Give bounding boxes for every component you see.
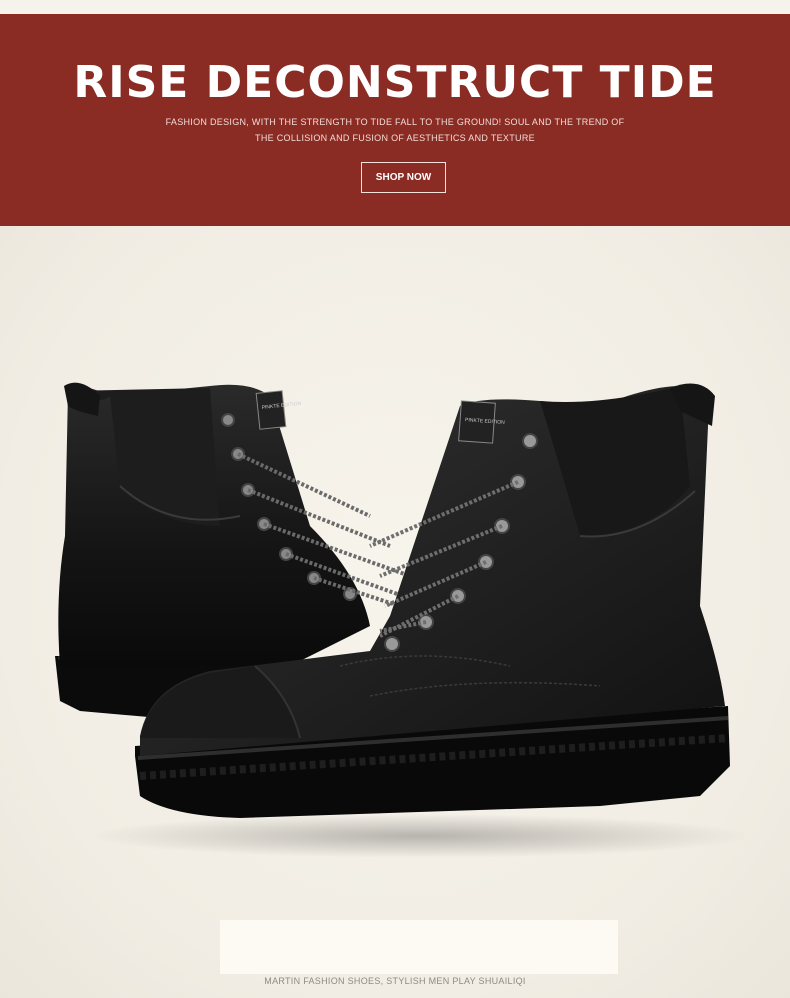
product-stage: PINKTE EDITION PINKTE EDITION MARTIN FAS…	[0, 226, 790, 998]
banner-subtitle: FASHION DESIGN, WITH THE STRENGTH TO TID…	[150, 114, 640, 146]
banner-title: RISE DECONSTRUCT TIDE	[73, 57, 717, 108]
banner-subtitle-line-2: THE COLLISION AND FUSION OF AESTHETICS A…	[255, 133, 535, 143]
top-strip	[0, 0, 790, 14]
caption-box	[220, 920, 618, 974]
promo-banner: RISE DECONSTRUCT TIDE FASHION DESIGN, WI…	[0, 14, 790, 226]
shop-now-button[interactable]: SHOP NOW	[361, 162, 446, 193]
product-caption: MARTIN FASHION SHOES, STYLISH MEN PLAY S…	[264, 976, 526, 986]
banner-subtitle-line-1: FASHION DESIGN, WITH THE STRENGTH TO TID…	[165, 117, 625, 127]
boots-product-image: PINKTE EDITION PINKTE EDITION	[55, 382, 750, 858]
floor-shadow	[90, 814, 750, 858]
